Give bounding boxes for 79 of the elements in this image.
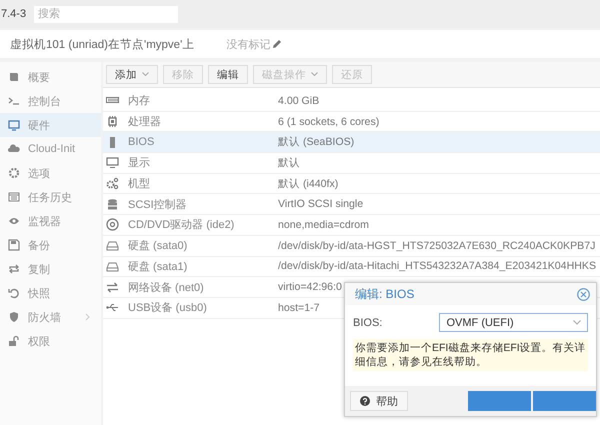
- sidebar-item[interactable]: 防火墙: [0, 305, 101, 329]
- hdd-icon: [106, 239, 119, 252]
- sidebar-item[interactable]: 权限: [0, 329, 101, 353]
- hardware-name: USB设备 (usb0): [128, 301, 208, 316]
- book-icon: [8, 71, 20, 83]
- toolbar-button[interactable]: 编辑: [208, 65, 248, 84]
- vm-title: 虚拟机101 (unriad)在节点'mypve'上: [10, 38, 194, 52]
- dialog-button[interactable]: [468, 391, 531, 411]
- undo-icon: [8, 287, 20, 299]
- hdd-icon: [106, 260, 119, 273]
- hardware-row[interactable]: 硬盘 (sata0) /dev/disk/by-id/ata-HGST_HTS725032A7E630_RC240ACK0KPB7J: [103, 236, 600, 256]
- save-icon: [8, 239, 20, 251]
- hardware-name: 机型: [128, 177, 151, 192]
- shield-icon: [8, 311, 20, 323]
- sidebar-item[interactable]: 快照: [0, 281, 101, 305]
- pencil-icon[interactable]: [272, 39, 282, 49]
- cloud-icon: [8, 143, 20, 155]
- close-icon[interactable]: [577, 288, 590, 300]
- hardware-row[interactable]: SCSI控制器 VirtIO SCSI single: [103, 194, 600, 216]
- sidebar-item[interactable]: 控制台: [0, 89, 101, 113]
- warning-note: 你需要添加一个EFI磁盘来存储EFI设置。有关详细信息，请参见在线帮助。: [353, 339, 588, 371]
- caret-icon: [573, 320, 581, 325]
- hardware-name: 处理器: [128, 115, 162, 130]
- hardware-value: 4.00 GiB: [278, 94, 320, 107]
- hardware-value: 默认 (SeaBIOS): [278, 135, 354, 150]
- hardware-row[interactable]: 硬盘 (sata1) /dev/disk/by-id/ata-Hitachi_HTS543232A7A384_E203421K04HHKS: [103, 256, 600, 278]
- bios-label: BIOS:: [353, 316, 384, 328]
- eye-icon: [8, 215, 20, 227]
- hardware-value: 默认 (i440fx): [278, 176, 338, 191]
- hardware-name: 内存: [128, 94, 151, 108]
- help-button[interactable]: 帮助: [350, 391, 408, 411]
- repeat-icon: [8, 263, 20, 275]
- db-icon: [106, 198, 119, 211]
- list-icon: [8, 191, 20, 203]
- search-field[interactable]: 搜索: [34, 6, 178, 22]
- sidebar-item[interactable]: 任务历史: [0, 185, 101, 209]
- hardware-name: 显示: [128, 156, 151, 170]
- hardware-name: CD/DVD驱动器 (ide2): [128, 218, 236, 232]
- sidebar-item[interactable]: 复制: [0, 257, 101, 281]
- hardware-name: 硬盘 (sata1): [128, 260, 188, 274]
- monitor-icon: [106, 156, 119, 170]
- hardware-value: 6 (1 sockets, 6 cores): [278, 116, 380, 128]
- sidebar-item[interactable]: 概要: [0, 65, 101, 89]
- hardware-row[interactable]: BIOS 默认 (SeaBIOS): [103, 132, 600, 154]
- hardware-name: 网络设备 (net0): [128, 280, 205, 295]
- hardware-value: virtio=42:96:0: [278, 281, 342, 294]
- bios-select[interactable]: OVMF (UEFI): [439, 313, 588, 332]
- sidebar-item[interactable]: 选项: [0, 161, 101, 185]
- hardware-name: SCSI控制器: [128, 198, 188, 212]
- sidebar-item[interactable]: 硬件: [0, 113, 101, 137]
- hardware-row[interactable]: CD/DVD驱动器 (ide2) none,media=cdrom: [103, 215, 600, 236]
- help-icon: [360, 396, 370, 406]
- disc-icon: [106, 218, 119, 232]
- toolbar-button[interactable]: 添加: [106, 65, 158, 84]
- dialog-title: 编辑: BIOS: [355, 286, 414, 302]
- sidebar-item[interactable]: 监视器: [0, 209, 101, 233]
- hardware-value: host=1-7: [278, 302, 320, 314]
- hardware-value: VirtIO SCSI single: [278, 198, 364, 210]
- expand-icon[interactable]: [85, 313, 91, 321]
- hardware-name: 硬盘 (sata0): [128, 239, 188, 254]
- tags-label: 没有标记: [226, 38, 270, 52]
- hardware-value: /dev/disk/by-id/ata-Hitachi_HTS543232A7A384_E203421K04HHKS: [278, 260, 596, 272]
- arrows-icon: [106, 280, 119, 294]
- sidebar-item[interactable]: 备份: [0, 233, 101, 257]
- lock-icon: [8, 335, 20, 347]
- hardware-value: /dev/disk/by-id/ata-HGST_HTS725032A7E630_RC240ACK0KPB7J: [278, 240, 596, 252]
- hardware-row[interactable]: 内存 4.00 GiB: [103, 91, 600, 112]
- gear-icon: [8, 167, 20, 179]
- chip-icon: [106, 115, 119, 128]
- monitor-icon: [8, 119, 20, 131]
- hardware-row[interactable]: 显示 默认: [103, 153, 600, 174]
- hardware-name: BIOS: [128, 136, 156, 148]
- hardware-row[interactable]: 机型 默认 (i440fx): [103, 174, 600, 194]
- term-icon: [8, 95, 20, 107]
- dialog-button[interactable]: [533, 391, 596, 411]
- version-label: 7.4-3: [1, 8, 26, 20]
- hardware-value: none,media=cdrom: [278, 218, 369, 231]
- sidebar-item[interactable]: Cloud-Init: [0, 137, 101, 161]
- hardware-value: 默认: [278, 156, 300, 170]
